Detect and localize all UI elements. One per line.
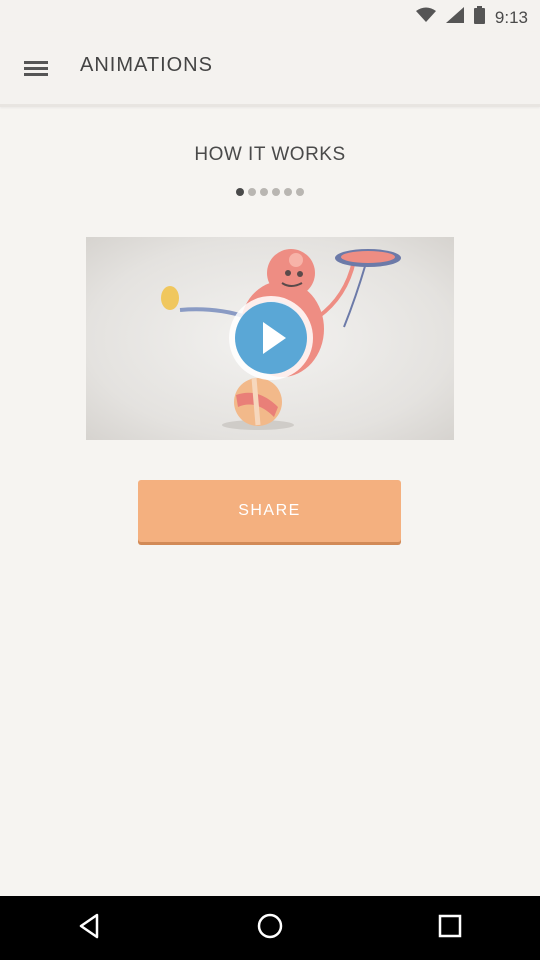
app-title: ANIMATIONS — [80, 54, 213, 76]
pager-dot[interactable] — [260, 188, 268, 196]
navigation-bar — [0, 896, 540, 960]
video-player[interactable] — [86, 237, 454, 440]
play-icon — [226, 296, 316, 387]
status-bar: 9:13 — [0, 0, 540, 32]
pager-dot[interactable] — [272, 188, 280, 196]
section-title: HOW IT WORKS — [194, 144, 346, 165]
status-time: 9:13 — [494, 7, 528, 27]
pager-dot[interactable] — [296, 188, 304, 196]
battery-icon — [473, 6, 485, 29]
app-bar: ANIMATIONS — [0, 32, 540, 107]
menu-button[interactable] — [16, 48, 56, 88]
wifi-icon — [415, 7, 436, 28]
page-indicator — [0, 188, 540, 196]
back-icon — [75, 911, 105, 946]
menu-icon — [16, 61, 56, 92]
pager-dot[interactable] — [284, 188, 292, 196]
home-icon — [255, 911, 285, 946]
pager-dot[interactable] — [248, 188, 256, 196]
play-button[interactable] — [226, 293, 316, 383]
home-button[interactable] — [240, 898, 300, 958]
status-icons: 9:13 — [415, 6, 528, 29]
share-button[interactable]: SHARE — [138, 480, 401, 542]
recents-icon — [435, 911, 465, 946]
pager-dot[interactable] — [236, 188, 244, 196]
signal-icon — [445, 7, 464, 28]
back-button[interactable] — [60, 898, 120, 958]
recents-button[interactable] — [420, 898, 480, 958]
